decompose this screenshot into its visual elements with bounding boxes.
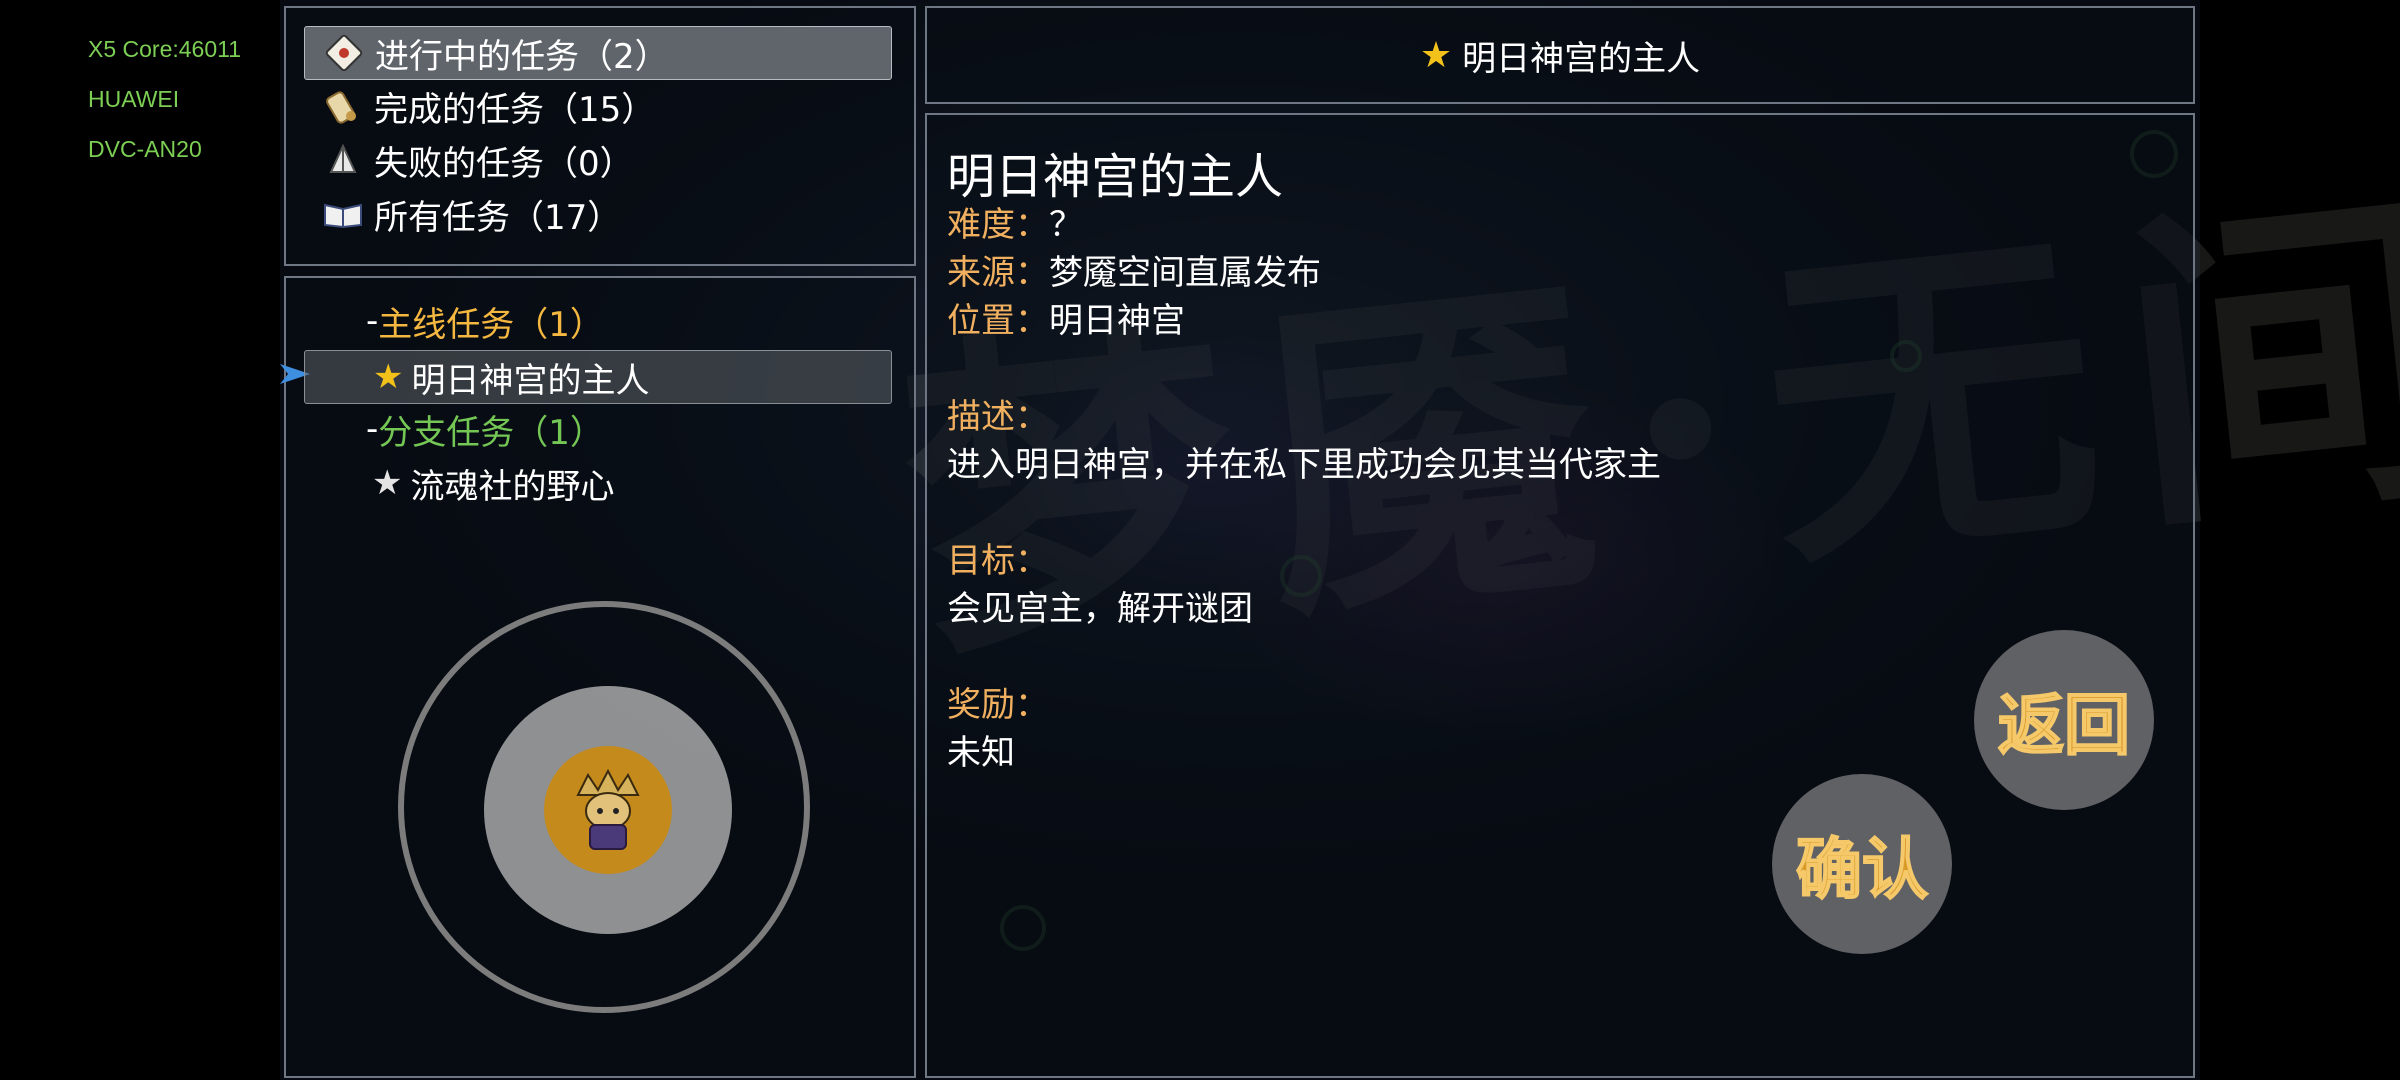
device-core-text: X5 Core:46011 — [88, 36, 242, 62]
device-brand-text: HUAWEI — [88, 86, 180, 112]
group-main-label: 主线任务（1） — [378, 304, 604, 345]
category-label: 所有任务（17） — [374, 197, 622, 238]
objective-value: 会见宫主，解开谜团 — [947, 589, 1253, 629]
reward-label: 奖励： — [947, 685, 1049, 725]
objective-label: 目标： — [947, 541, 1049, 581]
difficulty-label: 难度： — [947, 205, 1049, 245]
group-prefix: - — [366, 301, 379, 341]
group-main-quests[interactable]: - 主线任务（1） — [366, 295, 604, 347]
reward-value: 未知 — [947, 733, 1015, 773]
source-row: 来源：梦魇空间直属发布 — [947, 249, 1321, 297]
quest-detail-panel: 明日神宫的主人 难度：？ 来源：梦魇空间直属发布 位置：明日神宫 描述： 进入明… — [925, 113, 2195, 1078]
description-value: 进入明日神宫，并在私下里成功会见其当代家主 — [947, 445, 1661, 485]
group-side-label: 分支任务（1） — [378, 412, 604, 453]
device-model-text: DVC-AN20 — [88, 136, 202, 162]
quest-detail-title: 明日神宫的主人 — [947, 149, 1284, 205]
description-label: 描述： — [947, 397, 1049, 437]
difficulty-value: ？ — [1049, 205, 1083, 245]
card-icon — [319, 28, 369, 78]
joystick-knob[interactable] — [544, 746, 672, 874]
star-gold-icon: ★ — [373, 357, 404, 397]
detail-header-panel: ★ 明日神宫的主人 — [925, 6, 2195, 104]
source-value: 梦魇空间直属发布 — [1049, 253, 1321, 293]
location-label: 位置： — [947, 301, 1049, 341]
location-row: 位置：明日神宫 — [947, 297, 1321, 345]
quest-title: 流魂社的野心 — [410, 466, 615, 507]
group-prefix: - — [366, 409, 379, 449]
category-label: 完成的任务（15） — [374, 89, 656, 130]
category-failed[interactable]: 失败的任务（0） — [304, 134, 890, 186]
quest-item-side[interactable]: ★ 流魂社的野心 — [372, 457, 614, 509]
device-info: X5 Core:46011 HUAWEI DVC-AN20 — [88, 24, 241, 174]
character-avatar-icon — [576, 768, 640, 850]
group-side-quests[interactable]: - 分支任务（1） — [366, 403, 604, 455]
scroll-icon — [318, 81, 368, 131]
book-icon — [318, 189, 368, 239]
category-label: 失败的任务（0） — [374, 143, 634, 184]
source-label: 来源： — [947, 253, 1049, 293]
category-in-progress[interactable]: 进行中的任务（2） — [304, 26, 892, 80]
location-value: 明日神宫 — [1049, 301, 1185, 341]
star-silver-icon: ★ — [372, 463, 403, 503]
confirm-button[interactable]: 确认 — [1772, 774, 1952, 954]
header-title: 明日神宫的主人 — [1462, 38, 1701, 79]
category-all[interactable]: 所有任务（17） — [304, 188, 890, 240]
quest-item-main[interactable]: ★ 明日神宫的主人 — [304, 350, 892, 404]
back-button[interactable]: 返回 — [1974, 630, 2154, 810]
star-gold-icon: ★ — [1419, 34, 1453, 76]
sail-icon — [318, 135, 368, 185]
category-label: 进行中的任务（2） — [375, 36, 669, 77]
category-completed[interactable]: 完成的任务（15） — [304, 80, 890, 132]
difficulty-row: 难度：？ — [947, 201, 1321, 249]
quest-title: 明日神宫的主人 — [411, 360, 650, 401]
